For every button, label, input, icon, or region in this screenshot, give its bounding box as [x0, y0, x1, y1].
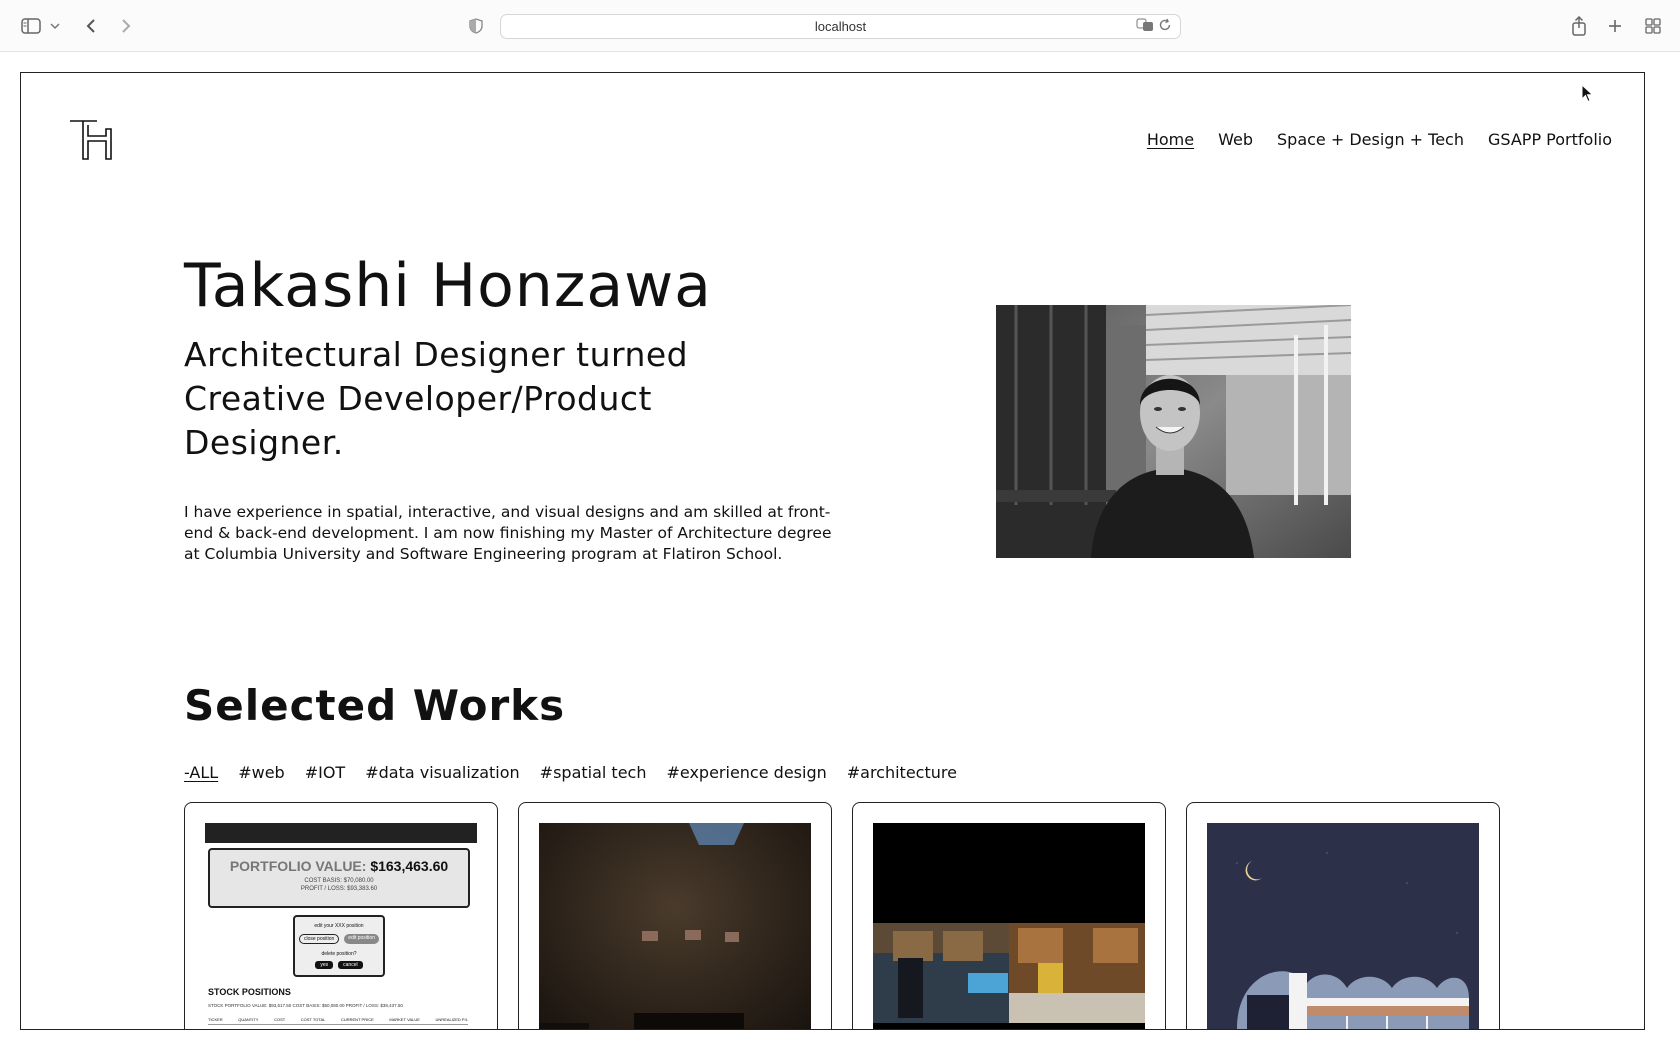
- portfolio-value: $163,463.60: [370, 858, 449, 874]
- tab-overview-icon[interactable]: [1642, 12, 1664, 40]
- col-market-value: MARKET VALUE: [389, 1017, 420, 1022]
- reload-icon[interactable]: [1158, 18, 1172, 36]
- portrait-photo: [996, 305, 1351, 558]
- url-text: localhost: [814, 19, 867, 34]
- hero-bio: I have experience in spatial, interactiv…: [184, 503, 832, 563]
- work-card-dark-room[interactable]: [518, 802, 832, 1029]
- mouse-cursor-icon: [1581, 83, 1595, 104]
- nav-home[interactable]: Home: [1147, 130, 1194, 149]
- browser-toolbar: localhost: [0, 0, 1680, 52]
- address-bar[interactable]: localhost: [500, 14, 1181, 39]
- filter-data-visualization[interactable]: #data visualization: [365, 763, 519, 782]
- kitchen-video-thumbnail: stove sink sink stove: [873, 823, 1145, 1029]
- cost-basis-label: COST BASIS:: [304, 878, 342, 884]
- stock-positions-summary: STOCK PORTFOLIO VALUE: $93,517.50 COST B…: [208, 1003, 403, 1008]
- selected-works-heading: Selected Works: [184, 681, 566, 730]
- hero-tagline: Architectural Designer turned Creative D…: [184, 335, 689, 462]
- nav-space-design-tech[interactable]: Space + Design + Tech: [1277, 130, 1464, 149]
- nav-web[interactable]: Web: [1218, 130, 1253, 149]
- stock-positions-heading: STOCK POSITIONS: [208, 987, 291, 997]
- filter-iot[interactable]: #IOT: [305, 763, 346, 782]
- col-unrealized-pl: UNREALIZED P/L: [435, 1017, 468, 1022]
- page-viewport: Home Web Space + Design + Tech GSAPP Por…: [20, 72, 1645, 1030]
- edit-position-panel: edit your XXX position close position ed…: [293, 915, 385, 977]
- cost-basis-value: $70,080.00: [343, 878, 374, 884]
- positions-table-header: TICKER QUANTITY COST COST TOTAL CURRENT …: [208, 1017, 468, 1025]
- sidebar-icon[interactable]: [18, 12, 44, 40]
- forward-icon[interactable]: [115, 12, 137, 40]
- filter-spatial-tech[interactable]: #spatial tech: [540, 763, 647, 782]
- profit-loss-label: PROFIT / LOSS:: [300, 886, 346, 892]
- chevron-down-icon[interactable]: [48, 12, 62, 40]
- work-filters: -ALL #web #IOT #data visualization #spat…: [184, 763, 957, 782]
- profit-loss-value: $93,383.60: [347, 886, 378, 892]
- filter-architecture[interactable]: #architecture: [847, 763, 957, 782]
- yes-button: yes: [315, 961, 334, 969]
- dark-room-thumbnail: [539, 823, 811, 1029]
- filter-all[interactable]: -ALL: [184, 763, 218, 782]
- work-card-kitchen-video[interactable]: stove sink sink stove: [852, 802, 1166, 1029]
- architecture-thumbnail: [1207, 823, 1479, 1029]
- delete-position-text: delete position?: [321, 951, 357, 957]
- col-cost: COST: [274, 1017, 286, 1022]
- th-logo-icon: [70, 120, 112, 160]
- filter-experience-design[interactable]: #experience design: [666, 763, 826, 782]
- thumb-browser-bar: [205, 823, 477, 843]
- portfolio-value-label: PORTFOLIO VALUE:: [229, 858, 367, 874]
- translate-icon[interactable]: [1136, 18, 1154, 36]
- col-current-price: CURRENT PRICE: [340, 1017, 374, 1022]
- col-quantity: QUANTITY: [238, 1017, 259, 1022]
- col-cost-total: COST TOTAL: [300, 1017, 326, 1022]
- main-nav: Home Web Space + Design + Tech GSAPP Por…: [1147, 130, 1612, 149]
- portfolio-value-box: PORTFOLIO VALUE: $163,463.60 COST BASIS:…: [208, 848, 470, 908]
- site-logo[interactable]: [69, 119, 113, 161]
- edit-position-text: edit your XXX position: [314, 923, 364, 929]
- back-icon[interactable]: [80, 12, 102, 40]
- work-cards: PORTFOLIO VALUE: $163,463.60 COST BASIS:…: [184, 802, 1500, 1029]
- stock-portfolio-thumbnail: PORTFOLIO VALUE: $163,463.60 COST BASIS:…: [205, 823, 477, 1029]
- col-ticker: TICKER: [208, 1017, 223, 1022]
- new-tab-icon[interactable]: [1604, 12, 1626, 40]
- close-position-button: close position: [299, 934, 340, 944]
- nav-gsapp-portfolio[interactable]: GSAPP Portfolio: [1488, 130, 1612, 149]
- cancel-button: cancel: [338, 961, 363, 969]
- hero-name: Takashi Honzawa: [184, 251, 712, 321]
- work-card-architecture[interactable]: [1186, 802, 1500, 1029]
- work-card-stock-portfolio[interactable]: PORTFOLIO VALUE: $163,463.60 COST BASIS:…: [184, 802, 498, 1029]
- shield-icon[interactable]: [466, 12, 486, 40]
- share-icon[interactable]: [1568, 12, 1590, 40]
- edit-position-button: edit position: [344, 934, 379, 944]
- filter-web[interactable]: #web: [238, 763, 285, 782]
